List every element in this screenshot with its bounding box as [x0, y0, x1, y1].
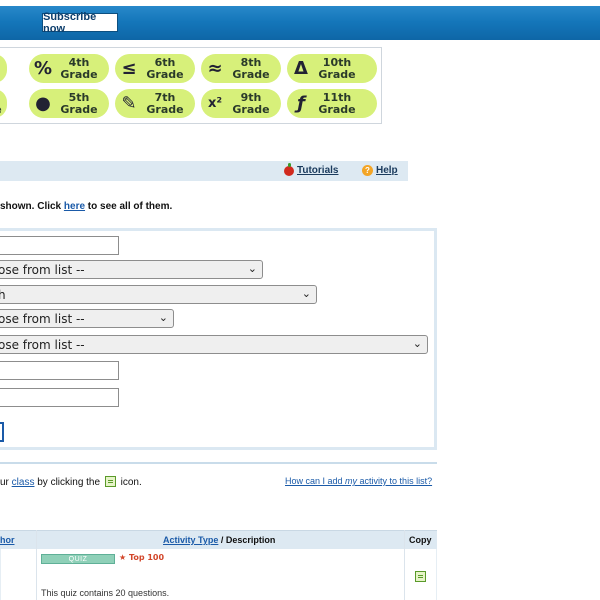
- select-2-value: h: [0, 287, 6, 302]
- class-link[interactable]: class: [12, 477, 35, 488]
- chevron-down-icon: ⌄: [247, 262, 257, 275]
- select-4[interactable]: ose from list -- ⌄: [0, 335, 428, 354]
- grade-pill-4th[interactable]: % 4th Grade: [29, 54, 109, 83]
- grade-pill-label: 5th Grade: [60, 90, 98, 116]
- grade-pill-9th[interactable]: x² 9th Grade: [201, 89, 281, 118]
- tutorials-link[interactable]: Tutorials: [297, 165, 338, 176]
- search-form-panel: ose from list -- ⌄ h ⌄ ose from list -- ⌄ o…: [0, 228, 437, 450]
- copy-icon: [104, 476, 116, 487]
- copy-column-header: Copy: [409, 535, 432, 545]
- banner-shine: [0, 0, 600, 6]
- select-1-value: ose from list --: [0, 262, 85, 277]
- results-info: shown. Click here to see all of them.: [0, 201, 172, 212]
- help-link[interactable]: Help: [376, 165, 398, 176]
- info-text-before: shown. Click: [0, 201, 64, 212]
- apple-book-icon: ●: [35, 93, 51, 114]
- activity-description: This quiz contains 20 questions.: [41, 588, 170, 598]
- top-banner: Subscribe now: [0, 0, 600, 40]
- approx-icon: ≈: [207, 58, 223, 79]
- grade-pill-label: de: [0, 92, 7, 116]
- grade-pill-label: 9th Grade: [232, 90, 270, 116]
- activity-type-column-header: Activity Type / Description: [163, 535, 276, 545]
- select-3-value: ose from list --: [0, 311, 85, 326]
- grade-pill-label: 4th Grade: [60, 55, 98, 81]
- subscribe-button[interactable]: Subscribe now: [42, 11, 118, 35]
- info-text-after: to see all of them.: [85, 201, 173, 212]
- less-equal-icon: ≤: [121, 58, 137, 79]
- percent-icon: %: [33, 58, 53, 79]
- top-100-badge: ★ Top 100: [119, 553, 165, 562]
- search-submit-button[interactable]: [0, 422, 4, 442]
- grade-pill-5th[interactable]: ● 5th Grade: [29, 89, 109, 118]
- grade-pill-7th[interactable]: ✎ 7th Grade: [115, 89, 195, 118]
- apple-icon: [284, 163, 294, 176]
- grade-pill-label: 11th Grade: [318, 90, 356, 116]
- hint-text-before: ur: [0, 477, 12, 488]
- hint-text-middle: by clicking the: [34, 477, 103, 488]
- select-2[interactable]: h ⌄: [0, 285, 317, 304]
- text-field-1[interactable]: [0, 236, 119, 255]
- section-divider: [0, 462, 437, 464]
- see-all-link[interactable]: here: [64, 201, 85, 212]
- grade-pill-partial-bottom[interactable]: de: [0, 89, 7, 118]
- how-to-add-activity-link[interactable]: How can I add my activity to this list?: [285, 476, 432, 486]
- author-column-header[interactable]: hor: [0, 535, 15, 545]
- select-1[interactable]: ose from list -- ⌄: [0, 260, 263, 279]
- help-icon: ?: [362, 165, 373, 176]
- grade-pill-8th[interactable]: ≈ 8th Grade: [201, 54, 281, 83]
- hint-text-after: icon.: [117, 477, 142, 488]
- function-icon: ƒ: [297, 93, 305, 114]
- help-toolbar: Tutorials ? Help: [0, 161, 408, 181]
- select-3[interactable]: ose from list -- ⌄: [0, 309, 174, 328]
- activity-type-sort-link[interactable]: Activity Type: [163, 535, 218, 545]
- grade-pill-label: 10th Grade: [318, 55, 356, 81]
- grade-pill-label: 7th Grade: [146, 90, 184, 116]
- grade-pill-label: 8th Grade: [232, 55, 270, 81]
- text-field-3[interactable]: [0, 388, 119, 407]
- grade-pill-partial-top[interactable]: e: [0, 54, 7, 83]
- chevron-down-icon: ⌄: [412, 337, 422, 350]
- select-4-value: ose from list --: [0, 337, 85, 352]
- copy-to-class-icon[interactable]: [415, 571, 426, 582]
- triangle-icon: Δ: [294, 58, 308, 79]
- activity-type-badge: QUIZ: [41, 554, 115, 564]
- grade-pill-label: 6th Grade: [146, 55, 184, 81]
- pencil-paper-icon: ✎: [121, 93, 137, 114]
- grade-pill-10th[interactable]: Δ 10th Grade: [287, 54, 377, 83]
- text-field-2[interactable]: [0, 361, 119, 380]
- grade-pill-11th[interactable]: ƒ 11th Grade: [287, 89, 377, 118]
- chevron-down-icon: ⌄: [301, 287, 311, 300]
- grade-pill-6th[interactable]: ≤ 6th Grade: [115, 54, 195, 83]
- grade-pill-label: e: [0, 57, 7, 81]
- grade-selector: e % 4thGrade ≤ 6thGrade ≈ 8thGrade Δ 10t…: [0, 47, 382, 124]
- x-squared-icon: x²: [207, 96, 223, 111]
- chevron-down-icon: ⌄: [158, 311, 168, 324]
- add-to-class-hint: ur class by clicking the icon.: [0, 476, 142, 488]
- results-table-header: hor Activity Type / Description Copy: [0, 530, 437, 549]
